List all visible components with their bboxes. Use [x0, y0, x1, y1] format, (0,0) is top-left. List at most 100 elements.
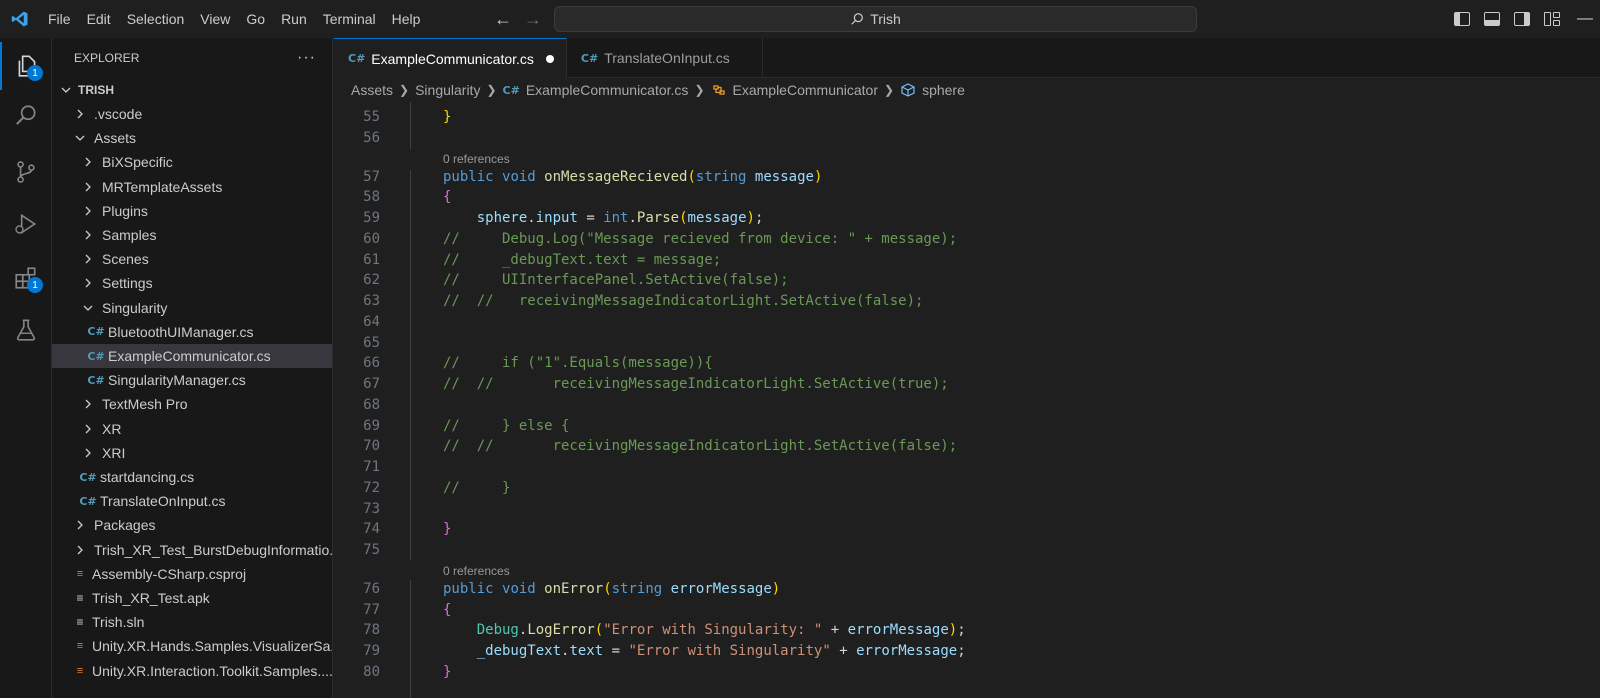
breadcrumb-singularity[interactable]: Singularity — [415, 82, 480, 98]
source-control-activity[interactable] — [0, 148, 52, 196]
explorer-activity[interactable]: 1 — [0, 42, 52, 90]
breadcrumb-file[interactable]: ExampleCommunicator.cs — [526, 82, 689, 98]
more-actions-icon[interactable]: ··· — [297, 49, 316, 67]
code-token: void — [502, 168, 536, 185]
menu-help[interactable]: Help — [384, 0, 429, 38]
tree-file[interactable]: C# SingularityManager.cs — [52, 368, 332, 392]
line-number: 76 — [363, 580, 380, 597]
codelens-references[interactable]: 0 references — [443, 562, 510, 580]
code-text: { — [443, 600, 451, 621]
tab-translateoninput-cs[interactable]: C# TranslateOnInput.cs — [567, 38, 763, 78]
tree-folder[interactable]: Settings — [52, 271, 332, 295]
menu-selection[interactable]: Selection — [119, 0, 193, 38]
tree-item-label: Settings — [102, 275, 153, 292]
tree-file[interactable]: ≡ Unity.XR.Hands.Samples.VisualizerSa... — [52, 634, 332, 658]
tree-file[interactable]: C# ExampleCommunicator.cs — [52, 344, 332, 368]
tree-folder[interactable]: XR — [52, 417, 332, 441]
code-token: string — [611, 580, 663, 597]
explorer-title: EXPLORER — [74, 51, 140, 65]
workspace-root[interactable]: TRISH — [52, 78, 332, 102]
chevron-right-icon — [80, 203, 96, 219]
tree-item-label: SingularityManager.cs — [108, 372, 246, 389]
tree-folder[interactable]: .vscode — [52, 102, 332, 126]
tree-folder[interactable]: MRTemplateAssets — [52, 175, 332, 199]
code-text: // // receivingMessageIndicatorLight.Set… — [443, 374, 949, 395]
msbuild-file-icon: ≡ — [76, 664, 84, 677]
code-text: // // receivingMessageIndicatorLight.Set… — [443, 291, 923, 312]
chevron-right-icon — [72, 106, 88, 122]
line-number: 74 — [363, 521, 380, 538]
line-number: 60 — [363, 230, 380, 247]
tab-examplecommunicator-cs[interactable]: C# ExampleCommunicator.cs — [334, 38, 567, 78]
tree-file[interactable]: C# BluetoothUIManager.cs — [52, 320, 332, 344]
unsaved-dot-icon[interactable] — [545, 54, 554, 63]
tree-file[interactable]: ≡ Assembly-CSharp.csproj — [52, 562, 332, 586]
forward-arrow-icon[interactable]: → — [524, 9, 542, 30]
code-text: } — [443, 662, 451, 683]
tree-item-label: startdancing.cs — [100, 469, 195, 485]
tree-folder[interactable]: Packages — [52, 513, 332, 537]
code-line: 66 // if ("1".Equals(message)){ — [334, 353, 1600, 374]
menu-terminal[interactable]: Terminal — [315, 0, 384, 38]
menu-view[interactable]: View — [192, 0, 238, 38]
breadcrumb-member[interactable]: sphere — [922, 82, 965, 98]
breadcrumb-assets[interactable]: Assets — [351, 82, 393, 98]
menu-run[interactable]: Run — [273, 0, 315, 38]
code-token: // Debug.Log("Message recieved from devi… — [443, 230, 958, 247]
csharp-file-icon: C# — [79, 494, 97, 508]
menu-go[interactable]: Go — [238, 0, 273, 38]
tree-file[interactable]: C# TranslateOnInput.cs — [52, 489, 332, 513]
tree-item-label: BiXSpecific — [102, 154, 173, 171]
code-editor[interactable]: 55} 56 0 references 57 public void onMessage… — [334, 102, 1600, 698]
tree-folder[interactable]: BiXSpecific — [52, 150, 332, 174]
code-token: // _debugText.text = message; — [443, 251, 722, 268]
back-arrow-icon[interactable]: ← — [494, 9, 512, 30]
tree-item-label: Trish.sln — [92, 614, 145, 631]
code-token: onError — [544, 580, 604, 597]
code-line: 61 // _debugText.text = message; — [334, 250, 1600, 271]
tree-folder[interactable]: TextMesh Pro — [52, 392, 332, 416]
code-line: 76 public void onError(string errorMessag… — [334, 579, 1600, 600]
breadcrumb-class[interactable]: ExampleCommunicator — [733, 82, 879, 98]
tree-folder[interactable]: Singularity — [52, 296, 332, 320]
csharp-file-icon: C# — [87, 325, 105, 339]
code-token: { — [443, 601, 452, 618]
codelens-references[interactable]: 0 references — [443, 150, 510, 168]
tree-item-label: Assembly-CSharp.csproj — [92, 565, 247, 582]
command-center-search[interactable]: Trish — [554, 6, 1197, 32]
code-text: public void onError(string errorMessage) — [443, 579, 780, 600]
tree-folder[interactable]: Plugins — [52, 199, 332, 223]
tree-folder[interactable]: Trish_XR_Test_BurstDebugInformatio... — [52, 538, 332, 562]
extensions-activity[interactable]: 1 — [0, 254, 52, 302]
toggle-panel-icon[interactable] — [1484, 12, 1500, 26]
tree-folder[interactable]: XRI — [52, 441, 332, 465]
code-line: 72 // } — [334, 478, 1600, 499]
menu-edit[interactable]: Edit — [79, 0, 119, 38]
toggle-secondary-sidebar-icon[interactable] — [1514, 12, 1530, 26]
tree-file[interactable]: ≡ Trish.sln — [52, 610, 332, 634]
search-activity[interactable] — [0, 92, 52, 140]
toggle-primary-sidebar-icon[interactable] — [1454, 12, 1470, 26]
tree-file[interactable]: ≡ Trish_XR_Test.apk — [52, 586, 332, 610]
code-token: "Error with Singularity" — [628, 643, 831, 659]
tree-file[interactable]: ≡ Unity.XR.Interaction.Toolkit.Samples...… — [52, 659, 332, 683]
tree-folder[interactable]: Assets — [52, 126, 332, 150]
run-debug-activity[interactable] — [0, 200, 52, 248]
navigation-arrows: ← → — [494, 0, 542, 38]
code-token: ) — [948, 622, 958, 639]
code-token: Parse — [636, 210, 680, 226]
code-token: public — [443, 168, 494, 185]
testing-activity[interactable] — [0, 306, 52, 354]
minimize-button[interactable]: — — [1570, 0, 1600, 38]
line-number: 62 — [363, 272, 380, 289]
tree-file[interactable]: C# startdancing.cs — [52, 465, 332, 489]
code-token: . — [628, 210, 637, 226]
tree-folder[interactable]: Scenes — [52, 247, 332, 271]
code-token: { — [443, 189, 452, 206]
customize-layout-icon[interactable] — [1544, 12, 1560, 26]
tree-folder[interactable]: Samples — [52, 223, 332, 247]
code-token: ) — [813, 168, 823, 185]
menu-file[interactable]: File — [40, 0, 79, 38]
tab-label: ExampleCommunicator.cs — [371, 50, 534, 67]
